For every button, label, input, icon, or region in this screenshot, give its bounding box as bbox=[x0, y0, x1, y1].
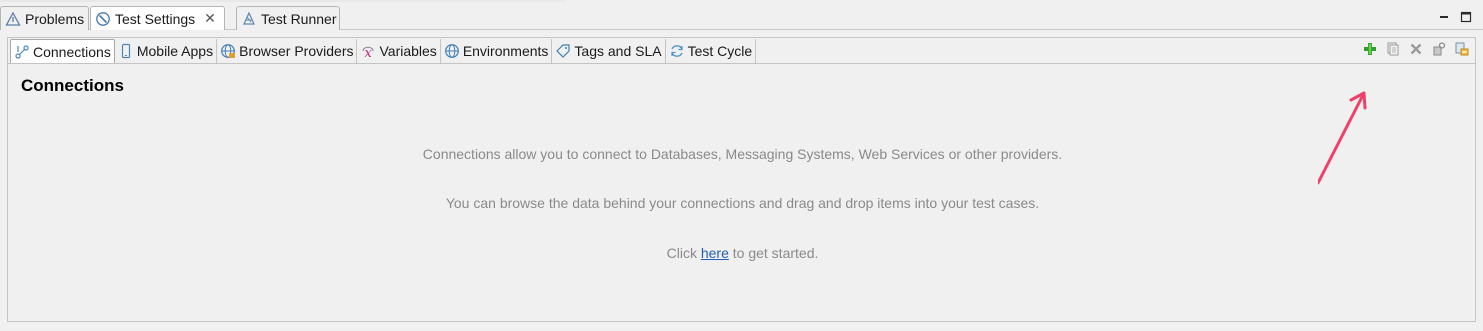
close-icon[interactable]: ✕ bbox=[204, 10, 216, 27]
mobile-icon bbox=[118, 43, 134, 59]
page-title: Connections bbox=[21, 76, 124, 95]
tab-test-cycle[interactable]: Test Cycle bbox=[665, 39, 757, 63]
tab-tags-and-sla-label: Tags and SLA bbox=[574, 43, 662, 59]
tab-tags-and-sla[interactable]: Tags and SLA bbox=[552, 39, 666, 63]
settings-panel: Connections Mobile Apps Browser Provider… bbox=[7, 37, 1476, 322]
tab-variables-label: Variables bbox=[379, 43, 437, 59]
add-icon[interactable] bbox=[1362, 41, 1378, 57]
tab-mobile-apps-label: Mobile Apps bbox=[136, 43, 214, 59]
delete-icon[interactable] bbox=[1408, 41, 1424, 57]
connections-icon bbox=[14, 44, 30, 60]
tab-problems[interactable]: Problems bbox=[0, 6, 89, 30]
here-link[interactable]: here bbox=[701, 245, 729, 261]
view-tab-strip: Problems Test Settings ✕ Test Runner bbox=[0, 6, 1483, 30]
cycle-icon bbox=[669, 43, 685, 59]
tab-test-runner[interactable]: Test Runner bbox=[236, 6, 340, 30]
top-divider bbox=[0, 0, 565, 2]
browser-globe-icon bbox=[220, 43, 236, 59]
tab-test-settings-label: Test Settings bbox=[115, 10, 196, 27]
tab-underline bbox=[8, 63, 1475, 64]
tag-icon bbox=[555, 43, 571, 59]
problems-icon bbox=[5, 11, 21, 27]
settings-tab-strip: Connections Mobile Apps Browser Provider… bbox=[10, 39, 757, 63]
tab-environments-label: Environments bbox=[462, 43, 549, 59]
get-started-prefix: Click bbox=[666, 245, 701, 261]
tab-test-runner-label: Test Runner bbox=[261, 10, 337, 27]
get-started-suffix: to get started. bbox=[728, 245, 819, 261]
svg-text:x: x bbox=[365, 46, 373, 59]
tab-browser-providers-label: Browser Providers bbox=[239, 43, 354, 59]
tab-problems-label: Problems bbox=[25, 10, 85, 27]
description-line-2: You can browse the data behind your conn… bbox=[445, 195, 1040, 211]
test-runner-icon bbox=[241, 11, 257, 27]
globe-icon bbox=[444, 43, 460, 59]
test-settings-view: Problems Test Settings ✕ Test Runner Con… bbox=[0, 0, 1483, 331]
test-settings-icon bbox=[95, 11, 111, 27]
connections-toolbar bbox=[1362, 41, 1470, 57]
tab-connections[interactable]: Connections bbox=[10, 39, 115, 63]
copy-icon[interactable] bbox=[1385, 41, 1401, 57]
description-line-1: Connections allow you to connect to Data… bbox=[422, 146, 1063, 162]
annotation-arrow bbox=[1318, 91, 1367, 185]
tab-browser-providers[interactable]: Browser Providers bbox=[217, 39, 358, 63]
tab-test-cycle-label: Test Cycle bbox=[687, 43, 753, 59]
tab-environments[interactable]: Environments bbox=[440, 39, 553, 63]
maximize-button[interactable] bbox=[1459, 10, 1473, 24]
tab-connections-label: Connections bbox=[33, 43, 111, 60]
tab-variables[interactable]: x Variables bbox=[357, 39, 441, 63]
import-icon[interactable] bbox=[1454, 41, 1470, 57]
tab-mobile-apps[interactable]: Mobile Apps bbox=[114, 39, 218, 63]
get-started-line: Click here to get started. bbox=[8, 245, 1477, 261]
tab-test-settings[interactable]: Test Settings ✕ bbox=[90, 6, 225, 30]
variable-x-icon: x bbox=[360, 43, 376, 59]
edit-icon[interactable] bbox=[1431, 41, 1447, 57]
minimize-button[interactable] bbox=[1437, 10, 1451, 24]
